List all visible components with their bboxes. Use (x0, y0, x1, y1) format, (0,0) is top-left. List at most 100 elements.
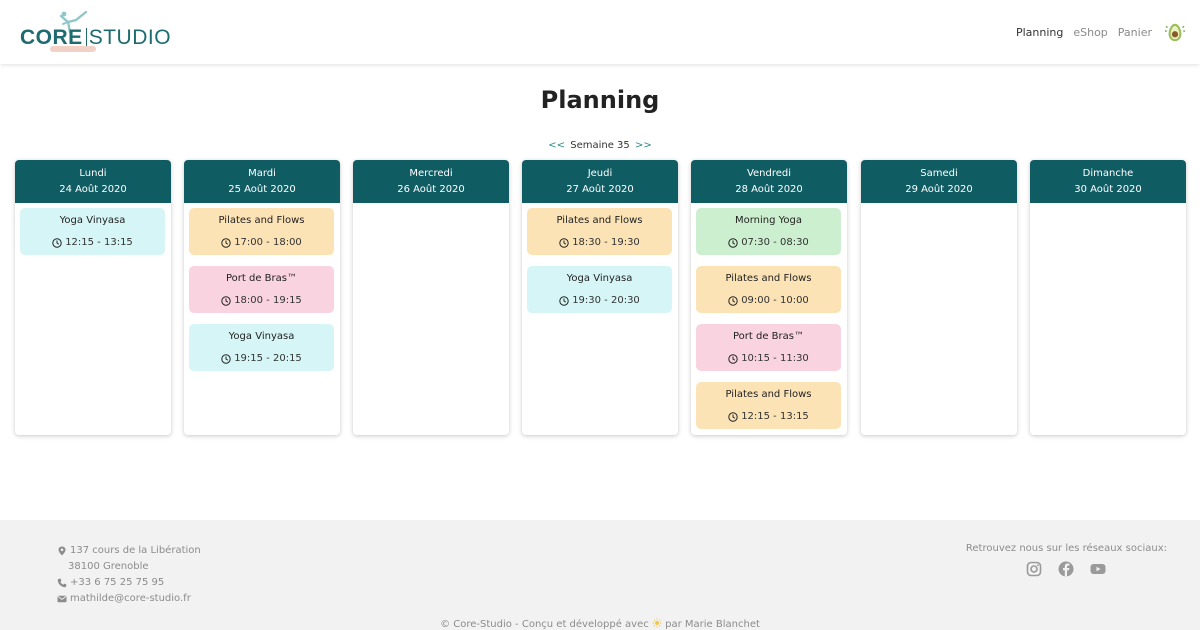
clock-icon (52, 237, 62, 248)
social-label: Retrouvez nous sur les réseaux sociaux: (965, 543, 1167, 554)
address-line-2: 38100 Grenoble (68, 561, 149, 572)
address-line-1: 137 cours de la Libération (70, 545, 201, 556)
page-title: Planning (540, 86, 660, 114)
class-card[interactable]: Yoga Vinyasa 12:15 - 13:15 (20, 208, 165, 255)
week-schedule: Lundi 24 Août 2020 Yoga Vinyasa 12:15 - 13:… (15, 160, 1186, 435)
next-week-link[interactable]: >> (635, 140, 652, 151)
footer: 137 cours de la Libération 38100 Grenobl… (0, 520, 1200, 630)
class-time: 10:15 - 11:30 (696, 352, 841, 365)
previous-week-link[interactable]: << (548, 140, 565, 151)
day-header: Lundi 24 Août 2020 (15, 160, 171, 203)
copyright: © Core-Studio - Conçu et développé avec … (0, 618, 1200, 630)
day-column-mercredi: Mercredi 26 Août 2020 (353, 160, 509, 435)
clock-icon (728, 295, 738, 306)
class-time-text: 07:30 - 08:30 (741, 237, 809, 248)
class-name: Pilates and Flows (218, 215, 305, 226)
class-time: 12:15 - 13:15 (696, 410, 841, 423)
class-card[interactable]: Port de Bras™ 10:15 - 11:30 (696, 324, 841, 371)
day-date: 25 Août 2020 (228, 184, 296, 195)
day-header: Jeudi 27 Août 2020 (522, 160, 678, 203)
day-name: Dimanche (1082, 168, 1134, 179)
day-date: 30 Août 2020 (1074, 184, 1142, 195)
logo-core: CORE (20, 26, 83, 49)
sun-icon (652, 618, 662, 628)
class-name: Pilates and Flows (725, 273, 812, 284)
phone-number[interactable]: +33 6 75 25 75 95 (70, 575, 164, 591)
day-date: 24 Août 2020 (59, 184, 127, 195)
week-label: Semaine 35 (570, 140, 630, 151)
day-classes: Pilates and Flows 18:30 - 19:30 Yoga Vinya… (522, 203, 678, 329)
day-classes: Yoga Vinyasa 12:15 - 13:15 (15, 203, 171, 271)
class-card[interactable]: Pilates and Flows 18:30 - 19:30 (527, 208, 672, 255)
author-link[interactable]: Marie Blanchet (685, 619, 760, 630)
class-name: Yoga Vinyasa (228, 331, 295, 342)
day-name: Mercredi (409, 168, 453, 179)
week-navigation: << Semaine 35 >> (0, 140, 1200, 151)
class-time: 18:30 - 19:30 (527, 236, 672, 249)
clock-icon (221, 237, 231, 248)
nav-link-eshop[interactable]: eShop (1073, 26, 1107, 39)
email-address[interactable]: mathilde@core-studio.fr (70, 591, 191, 607)
day-column-dimanche: Dimanche 30 Août 2020 (1030, 160, 1186, 435)
top-navbar: CORE STUDIO Planning eShop Panier (0, 0, 1200, 64)
class-time-text: 19:30 - 20:30 (572, 295, 640, 306)
day-header: Dimanche 30 Août 2020 (1030, 160, 1186, 203)
clock-icon (559, 295, 569, 306)
class-time-text: 10:15 - 11:30 (741, 353, 809, 364)
contact-info: 137 cours de la Libération 38100 Grenobl… (57, 543, 201, 607)
class-name: Yoga Vinyasa (566, 273, 633, 284)
clock-icon (728, 411, 738, 422)
class-time-text: 09:00 - 10:00 (741, 295, 809, 306)
facebook-icon[interactable] (1057, 560, 1075, 578)
class-name: Yoga Vinyasa (59, 215, 126, 226)
class-card[interactable]: Pilates and Flows 12:15 - 13:15 (696, 382, 841, 429)
class-time-text: 17:00 - 18:00 (234, 237, 302, 248)
phone-icon (57, 578, 67, 588)
class-time: 12:15 - 13:15 (20, 236, 165, 249)
nav-link-planning[interactable]: Planning (1016, 26, 1063, 39)
class-card[interactable]: Port de Bras™ 18:00 - 19:15 (189, 266, 334, 313)
class-time: 07:30 - 08:30 (696, 236, 841, 249)
class-card[interactable]: Morning Yoga 07:30 - 08:30 (696, 208, 841, 255)
class-time: 17:00 - 18:00 (189, 236, 334, 249)
day-header: Mardi 25 Août 2020 (184, 160, 340, 203)
class-card[interactable]: Yoga Vinyasa 19:15 - 20:15 (189, 324, 334, 371)
class-time-text: 19:15 - 20:15 (234, 353, 302, 364)
day-classes: Morning Yoga 07:30 - 08:30 Pilates and Flo… (691, 203, 847, 435)
instagram-icon[interactable] (1025, 560, 1043, 578)
day-classes (861, 203, 1017, 213)
day-name: Lundi (79, 168, 107, 179)
social-section: Retrouvez nous sur les réseaux sociaux: (966, 543, 1167, 578)
logo-text: CORE STUDIO (20, 26, 171, 50)
envelope-icon (57, 595, 67, 603)
class-time: 19:15 - 20:15 (189, 352, 334, 365)
main-nav: Planning eShop Panier (1016, 20, 1186, 44)
clock-icon (221, 295, 231, 306)
day-name: Mardi (248, 168, 276, 179)
nav-link-panier[interactable]: Panier (1118, 26, 1152, 39)
day-name: Samedi (920, 168, 958, 179)
day-column-mardi: Mardi 25 Août 2020 Pilates and Flows 17:00 … (184, 160, 340, 435)
class-card[interactable]: Pilates and Flows 17:00 - 18:00 (189, 208, 334, 255)
clock-icon (221, 353, 231, 364)
day-date: 26 Août 2020 (397, 184, 465, 195)
class-time: 19:30 - 20:30 (527, 294, 672, 307)
class-time-text: 12:15 - 13:15 (741, 411, 809, 422)
class-card[interactable]: Pilates and Flows 09:00 - 10:00 (696, 266, 841, 313)
core-studio-logo[interactable]: CORE STUDIO (20, 10, 171, 54)
class-card[interactable]: Yoga Vinyasa 19:30 - 20:30 (527, 266, 672, 313)
day-date: 29 Août 2020 (905, 184, 973, 195)
day-name: Jeudi (587, 168, 613, 179)
class-name: Port de Bras™ (226, 273, 297, 284)
day-column-lundi: Lundi 24 Août 2020 Yoga Vinyasa 12:15 - 13:… (15, 160, 171, 435)
class-time-text: 18:30 - 19:30 (572, 237, 640, 248)
avocado-icon[interactable] (1164, 21, 1186, 43)
day-header: Mercredi 26 Août 2020 (353, 160, 509, 203)
clock-icon (728, 237, 738, 248)
day-classes: Pilates and Flows 17:00 - 18:00 Port de Br… (184, 203, 340, 387)
clock-icon (728, 353, 738, 364)
day-header: Samedi 29 Août 2020 (861, 160, 1017, 203)
class-time: 09:00 - 10:00 (696, 294, 841, 307)
class-time-text: 12:15 - 13:15 (65, 237, 133, 248)
youtube-icon[interactable] (1089, 560, 1107, 578)
